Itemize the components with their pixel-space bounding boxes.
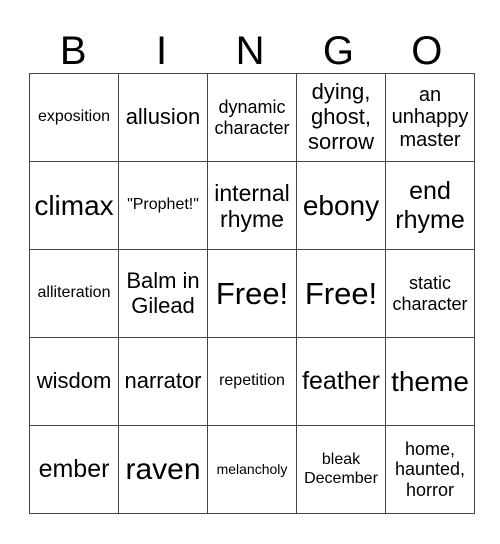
bingo-cell[interactable]: theme xyxy=(385,337,475,426)
bingo-cell[interactable]: repetition xyxy=(207,337,297,426)
bingo-cell[interactable]: narrator xyxy=(118,337,208,426)
bingo-cell[interactable]: dying, ghost, sorrow xyxy=(296,73,386,162)
grid-row: wisdom narrator repetition feather theme xyxy=(29,337,475,426)
bingo-cell[interactable]: end rhyme xyxy=(385,161,475,250)
grid-row: ember raven melancholy bleak December ho… xyxy=(29,425,475,514)
header-letter-i: I xyxy=(156,29,168,73)
grid-row: exposition allusion dynamic character dy… xyxy=(29,73,475,162)
bingo-cell[interactable]: melancholy xyxy=(207,425,297,514)
bingo-cell[interactable]: dynamic character xyxy=(207,73,297,162)
bingo-cell[interactable]: climax xyxy=(29,161,119,250)
header-letter-g: G xyxy=(322,29,354,73)
free-space-cell[interactable]: Free! xyxy=(207,249,297,338)
bingo-cell[interactable]: ebony xyxy=(296,161,386,250)
bingo-cell[interactable]: static character xyxy=(385,249,475,338)
bingo-cell[interactable]: ember xyxy=(29,425,119,514)
grid-row: climax "Prophet!" internal rhyme ebony e… xyxy=(29,161,475,250)
bingo-cell[interactable]: Balm in Gilead xyxy=(118,249,208,338)
bingo-grid: exposition allusion dynamic character dy… xyxy=(29,73,475,514)
grid-row: alliteration Balm in Gilead Free! Free! … xyxy=(29,249,475,338)
header-letter-n: N xyxy=(235,29,265,73)
bingo-cell[interactable]: allusion xyxy=(118,73,208,162)
bingo-cell[interactable]: "Prophet!" xyxy=(118,161,208,250)
bingo-cell[interactable]: bleak December xyxy=(296,425,386,514)
free-space-cell[interactable]: Free! xyxy=(296,249,386,338)
header-letter-o: O xyxy=(411,29,443,73)
bingo-cell[interactable]: alliteration xyxy=(29,249,119,338)
bingo-cell[interactable]: an unhappy master xyxy=(385,73,475,162)
bingo-cell[interactable]: home, haunted, horror xyxy=(385,425,475,514)
bingo-cell[interactable]: exposition xyxy=(29,73,119,162)
bingo-cell[interactable]: wisdom xyxy=(29,337,119,426)
bingo-cell[interactable]: raven xyxy=(118,425,208,514)
bingo-cell[interactable]: internal rhyme xyxy=(207,161,297,250)
header-letter-b: B xyxy=(59,29,87,73)
bingo-header: B I N G O xyxy=(29,30,471,72)
bingo-cell[interactable]: feather xyxy=(296,337,386,426)
